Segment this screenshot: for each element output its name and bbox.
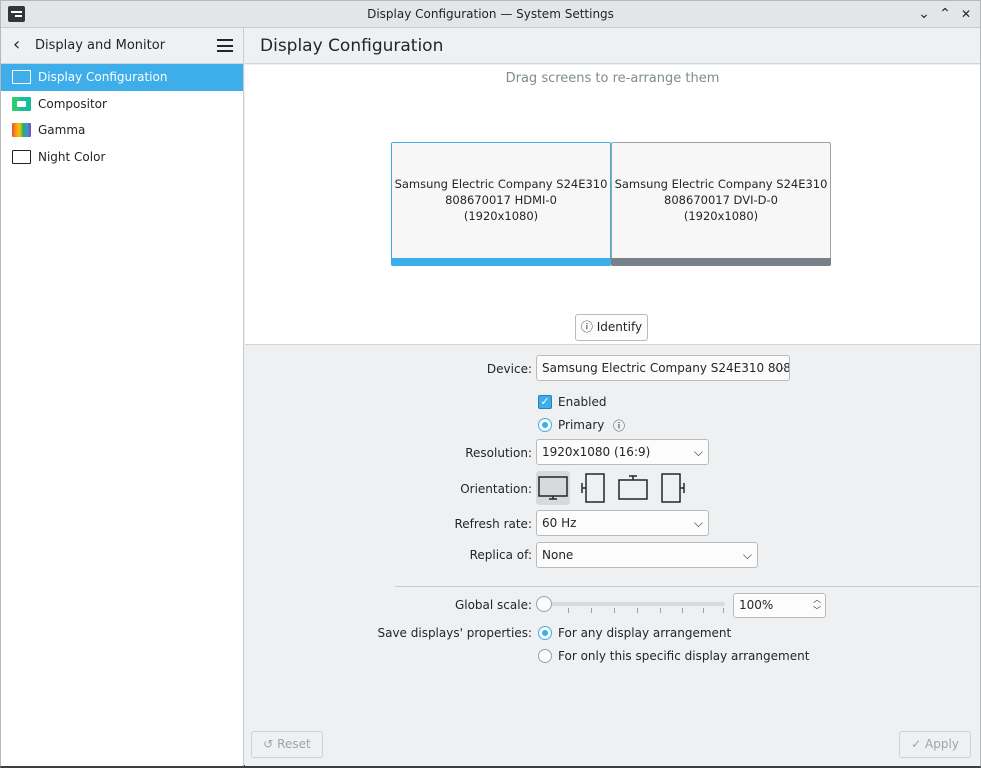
screen-dvi-d-0[interactable]: Samsung Electric Company S24E310 8086700… <box>611 142 831 266</box>
global-scale-spinbox[interactable]: 100% ︿ ﹀ <box>733 593 826 618</box>
global-scale-slider-track[interactable] <box>545 602 725 606</box>
global-scale-value: 100% <box>739 598 774 612</box>
save-any-arrangement-label: For any display arrangement <box>558 626 732 640</box>
orientation-portrait-right-button[interactable] <box>656 471 690 505</box>
screen-bar <box>611 258 831 266</box>
drag-hint: Drag screens to re-arrange them <box>505 71 720 86</box>
primary-label: Primary <box>558 418 605 432</box>
primary-radio[interactable] <box>538 418 552 432</box>
back-button[interactable]: ‹ <box>13 34 20 56</box>
slider-tick <box>614 608 615 613</box>
global-scale-label: Global scale: <box>454 598 532 612</box>
gamma-icon <box>12 123 31 137</box>
portrait-left-monitor-icon <box>581 473 605 503</box>
maximize-button[interactable]: ⌃ <box>936 5 954 23</box>
device-value: Samsung Electric Company S24E310 80867 <box>542 361 790 375</box>
slider-tick <box>703 608 704 613</box>
sidebar-header: ‹ Display and Monitor <box>1 28 243 64</box>
screen-connector: 808670017 HDMI-0 <box>445 193 557 207</box>
sidebar: ‹ Display and Monitor Display Configurat… <box>1 28 244 766</box>
page-title: Display Configuration <box>245 28 980 64</box>
save-specific-arrangement-radio[interactable] <box>538 649 552 663</box>
device-label: Device: <box>486 362 532 376</box>
sidebar-title: Display and Monitor <box>35 38 166 53</box>
sidebar-item-label: Display Configuration <box>38 70 168 84</box>
sidebar-item-label: Gamma <box>38 123 86 137</box>
refresh-rate-label: Refresh rate: <box>454 517 532 531</box>
close-button[interactable]: ✕ <box>957 5 975 23</box>
sidebar-item-label: Compositor <box>38 96 107 111</box>
refresh-rate-combo[interactable]: 60 Hz ⌵ <box>536 510 709 536</box>
system-settings-window: Display Configuration — System Settings … <box>0 0 981 768</box>
reset-label: Reset <box>277 737 311 751</box>
checkmark-icon: ✓ <box>911 737 922 751</box>
sidebar-item-compositor[interactable]: Compositor <box>1 91 243 118</box>
slider-tick <box>568 608 569 613</box>
chevron-down-icon: ⌵ <box>693 516 703 530</box>
monitor-icon <box>12 149 31 167</box>
form-divider <box>395 586 979 587</box>
slider-tick <box>591 608 592 613</box>
screen-selection-bar <box>391 258 611 266</box>
enabled-label: Enabled <box>558 395 607 409</box>
orientation-inverted-button[interactable] <box>616 471 650 505</box>
landscape-monitor-icon <box>538 476 568 500</box>
info-icon: ⓘ <box>580 320 593 334</box>
screen-name: Samsung Electric Company S24E310 <box>614 177 828 191</box>
window-title: Display Configuration — System Settings <box>367 7 614 21</box>
sidebar-item-night-color[interactable]: Night Color <box>1 144 243 171</box>
slider-tick <box>723 608 724 613</box>
title-bar[interactable]: Display Configuration — System Settings … <box>1 1 980 28</box>
screen-connector: 808670017 DVI-D-0 <box>664 193 778 207</box>
inverted-monitor-icon <box>618 475 648 500</box>
chevron-down-icon: ⌵ <box>774 361 784 375</box>
monitor-icon <box>12 70 31 87</box>
apply-button[interactable]: ✓ Apply <box>899 731 971 758</box>
global-scale-slider-handle[interactable] <box>536 596 552 612</box>
screen-arrangement-area[interactable]: Drag screens to re-arrange them Samsung … <box>245 65 980 345</box>
replica-combo[interactable]: None ⌵ <box>536 542 758 568</box>
screen-name: Samsung Electric Company S24E310 <box>394 177 608 191</box>
resolution-value: 1920x1080 (16:9) <box>542 445 651 459</box>
refresh-rate-value: 60 Hz <box>542 516 577 530</box>
sidebar-item-display-configuration[interactable]: Display Configuration <box>1 64 243 91</box>
enabled-checkbox[interactable]: ✓ <box>538 395 552 409</box>
slider-tick <box>660 608 661 613</box>
resolution-label: Resolution: <box>465 446 532 460</box>
save-properties-label: Save displays' properties: <box>377 626 532 640</box>
replica-label: Replica of: <box>469 548 532 562</box>
screen-hdmi-0[interactable]: Samsung Electric Company S24E310 8086700… <box>391 142 611 266</box>
orientation-label: Orientation: <box>460 482 532 496</box>
sidebar-item-gamma[interactable]: Gamma <box>1 117 243 144</box>
orientation-landscape-button[interactable] <box>536 471 570 505</box>
primary-info-icon[interactable]: ⓘ <box>613 417 625 434</box>
minimize-button[interactable]: ⌄ <box>915 5 933 23</box>
spin-arrows-icon[interactable]: ︿ ﹀ <box>813 594 821 616</box>
hamburger-menu-icon[interactable] <box>217 39 233 52</box>
sidebar-item-label: Night Color <box>38 149 106 164</box>
chevron-down-icon: ⌵ <box>742 548 752 562</box>
screen-resolution: (1920x1080) <box>683 209 759 223</box>
compositor-icon <box>12 96 31 111</box>
identify-label: Identify <box>596 320 643 334</box>
save-specific-arrangement-label: For only this specific display arrangeme… <box>558 649 810 663</box>
main-panel: Display Configuration Drag screens to re… <box>245 28 980 766</box>
identify-button[interactable]: ⓘ Identify <box>575 314 648 341</box>
resolution-combo[interactable]: 1920x1080 (16:9) ⌵ <box>536 439 709 465</box>
reset-button[interactable]: ↺ Reset <box>251 731 323 758</box>
orientation-portrait-left-button[interactable] <box>576 471 610 505</box>
slider-tick <box>682 608 683 613</box>
chevron-down-icon: ⌵ <box>693 445 703 459</box>
save-any-arrangement-radio[interactable] <box>538 626 552 640</box>
slider-tick <box>637 608 638 613</box>
replica-value: None <box>542 548 574 562</box>
screen-resolution: (1920x1080) <box>463 209 539 223</box>
reset-icon: ↺ <box>263 737 274 751</box>
apply-label: Apply <box>925 737 959 751</box>
device-combo[interactable]: Samsung Electric Company S24E310 80867 ⌵ <box>536 355 790 381</box>
portrait-right-monitor-icon <box>661 473 685 503</box>
